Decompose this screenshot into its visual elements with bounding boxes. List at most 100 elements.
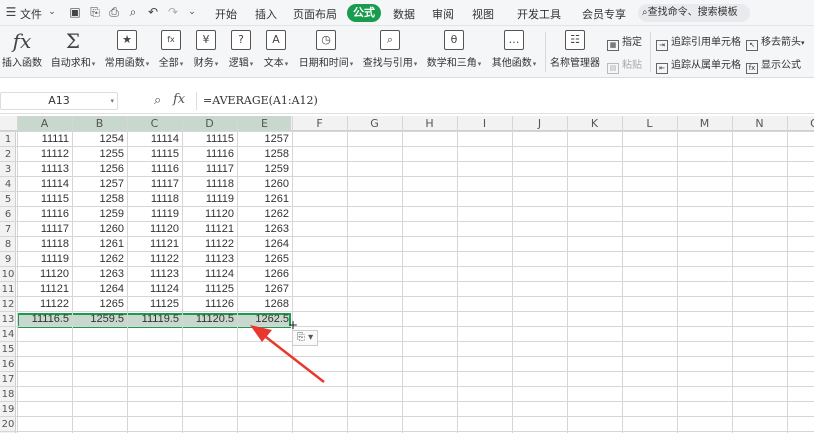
table-cell[interactable]: 11111 — [17, 132, 72, 147]
redo-icon[interactable]: ↷ — [166, 5, 180, 19]
row-header[interactable]: 11 — [0, 282, 16, 297]
column-header-f[interactable]: F — [292, 116, 347, 131]
date-time-button[interactable]: ◷ 日期和时间▾ — [297, 30, 355, 69]
table-cell[interactable]: 11117 — [182, 162, 237, 177]
table-cell[interactable]: 11115 — [17, 192, 72, 207]
row-header[interactable]: 13 — [0, 312, 16, 327]
lookup-reference-button[interactable]: ⌕ 查找与引用▾ — [361, 30, 419, 69]
more-chevron-icon[interactable]: ⌄ — [185, 5, 199, 19]
tab-member[interactable]: 会员专享 — [582, 6, 626, 22]
common-functions-button[interactable]: ★ 常用函数▾ — [103, 30, 151, 69]
tab-developer[interactable]: 开发工具 — [517, 6, 561, 22]
table-cell[interactable]: 11118 — [127, 192, 182, 207]
fx-icon[interactable]: fx — [173, 92, 185, 107]
table-cell[interactable]: 1264 — [72, 282, 127, 297]
table-cell[interactable]: 1262 — [72, 252, 127, 267]
spreadsheet-grid[interactable]: ABCDEFGHIJKLMNO1234567891011121314151617… — [0, 116, 814, 433]
column-header-n[interactable]: N — [732, 116, 787, 131]
column-header-c[interactable]: C — [127, 116, 182, 131]
column-header-b[interactable]: B — [72, 116, 127, 131]
tab-view[interactable]: 视图 — [472, 6, 494, 22]
table-cell[interactable]: 11120 — [127, 222, 182, 237]
save-icon[interactable]: ▣ — [68, 5, 82, 19]
tab-review[interactable]: 审阅 — [432, 6, 454, 22]
row-header[interactable]: 20 — [0, 417, 16, 432]
table-cell[interactable]: 1256 — [72, 162, 127, 177]
table-cell[interactable]: 1262 — [237, 207, 292, 222]
average-result-cell[interactable]: 11119.5 — [127, 312, 182, 327]
table-cell[interactable]: 1254 — [72, 132, 127, 147]
table-cell[interactable]: 11123 — [182, 252, 237, 267]
table-cell[interactable]: 11115 — [127, 147, 182, 162]
table-cell[interactable]: 11124 — [182, 267, 237, 282]
row-header[interactable]: 1 — [0, 132, 16, 147]
table-cell[interactable]: 11119 — [17, 252, 72, 267]
table-cell[interactable]: 11117 — [17, 222, 72, 237]
logical-button[interactable]: ? 逻辑▾ — [226, 30, 256, 69]
table-cell[interactable]: 1260 — [237, 177, 292, 192]
paste-name-button[interactable]: ▤ 粘贴 — [607, 56, 642, 74]
table-cell[interactable]: 11125 — [182, 282, 237, 297]
column-header-a[interactable]: A — [17, 116, 72, 131]
table-cell[interactable]: 11119 — [127, 207, 182, 222]
table-cell[interactable]: 11123 — [127, 267, 182, 282]
tab-insert[interactable]: 插入 — [255, 6, 277, 22]
name-box[interactable]: A13 ▾ — [0, 92, 118, 110]
chevron-down-icon[interactable]: ⌄ — [45, 5, 59, 19]
column-header-l[interactable]: L — [622, 116, 677, 131]
table-cell[interactable]: 1260 — [72, 222, 127, 237]
table-cell[interactable]: 11121 — [17, 282, 72, 297]
column-header-h[interactable]: H — [402, 116, 457, 131]
column-header-i[interactable]: I — [457, 116, 512, 131]
table-cell[interactable]: 11122 — [127, 252, 182, 267]
table-cell[interactable]: 1258 — [237, 147, 292, 162]
file-menu[interactable]: 文件 — [20, 6, 42, 22]
row-header[interactable]: 18 — [0, 387, 16, 402]
table-cell[interactable]: 11119 — [182, 192, 237, 207]
table-cell[interactable]: 1259 — [72, 207, 127, 222]
formula-input[interactable]: =AVERAGE(A1:A12) — [196, 92, 814, 110]
show-formulas-button[interactable]: fx 显示公式 — [746, 56, 801, 74]
table-cell[interactable]: 11116 — [127, 162, 182, 177]
row-header[interactable]: 12 — [0, 297, 16, 312]
column-header-o[interactable]: O — [787, 116, 814, 131]
print-icon[interactable]: ⎙ — [107, 5, 121, 19]
table-cell[interactable]: 1263 — [237, 222, 292, 237]
row-header[interactable]: 7 — [0, 222, 16, 237]
table-cell[interactable]: 11114 — [127, 132, 182, 147]
name-manager-button[interactable]: ☷ 名称管理器 — [550, 30, 600, 69]
table-cell[interactable]: 11121 — [127, 237, 182, 252]
table-cell[interactable]: 11120 — [182, 207, 237, 222]
row-header[interactable]: 8 — [0, 237, 16, 252]
row-header[interactable]: 17 — [0, 372, 16, 387]
paste-options-button[interactable]: ⎘ ▾ — [292, 330, 318, 346]
print-preview-icon[interactable]: ⌕ — [126, 5, 140, 19]
undo-icon[interactable]: ↶ — [146, 5, 160, 19]
table-cell[interactable]: 11117 — [127, 177, 182, 192]
row-header[interactable]: 16 — [0, 357, 16, 372]
table-cell[interactable]: 11120 — [17, 267, 72, 282]
chevron-down-icon[interactable]: ▾ — [110, 93, 114, 109]
trace-precedents-button[interactable]: ⇥ 追踪引用单元格 — [656, 33, 741, 51]
table-cell[interactable]: 1255 — [72, 147, 127, 162]
export-pdf-icon[interactable]: ⎘ — [88, 5, 102, 19]
column-header-d[interactable]: D — [182, 116, 237, 131]
command-search-box[interactable]: ⌕查找命令、搜索模板 — [638, 4, 750, 22]
table-cell[interactable]: 11125 — [127, 297, 182, 312]
average-result-cell[interactable]: 11120.5 — [182, 312, 237, 327]
table-cell[interactable]: 1268 — [237, 297, 292, 312]
table-cell[interactable]: 11112 — [17, 147, 72, 162]
table-cell[interactable]: 11121 — [182, 222, 237, 237]
tab-formulas[interactable]: 公式 — [347, 4, 381, 22]
specify-button[interactable]: ▦ 指定 — [607, 33, 642, 51]
table-cell[interactable]: 1265 — [237, 252, 292, 267]
insert-function-button[interactable]: fx 插入函数 — [2, 30, 42, 69]
row-header[interactable]: 19 — [0, 402, 16, 417]
table-cell[interactable]: 1261 — [72, 237, 127, 252]
row-header[interactable]: 9 — [0, 252, 16, 267]
hamburger-menu-icon[interactable]: ☰ — [4, 5, 18, 19]
remove-arrows-button[interactable]: ↖ 移去箭头▾ — [746, 33, 805, 51]
table-cell[interactable]: 11122 — [182, 237, 237, 252]
column-header-g[interactable]: G — [347, 116, 402, 131]
row-header[interactable]: 14 — [0, 327, 16, 342]
